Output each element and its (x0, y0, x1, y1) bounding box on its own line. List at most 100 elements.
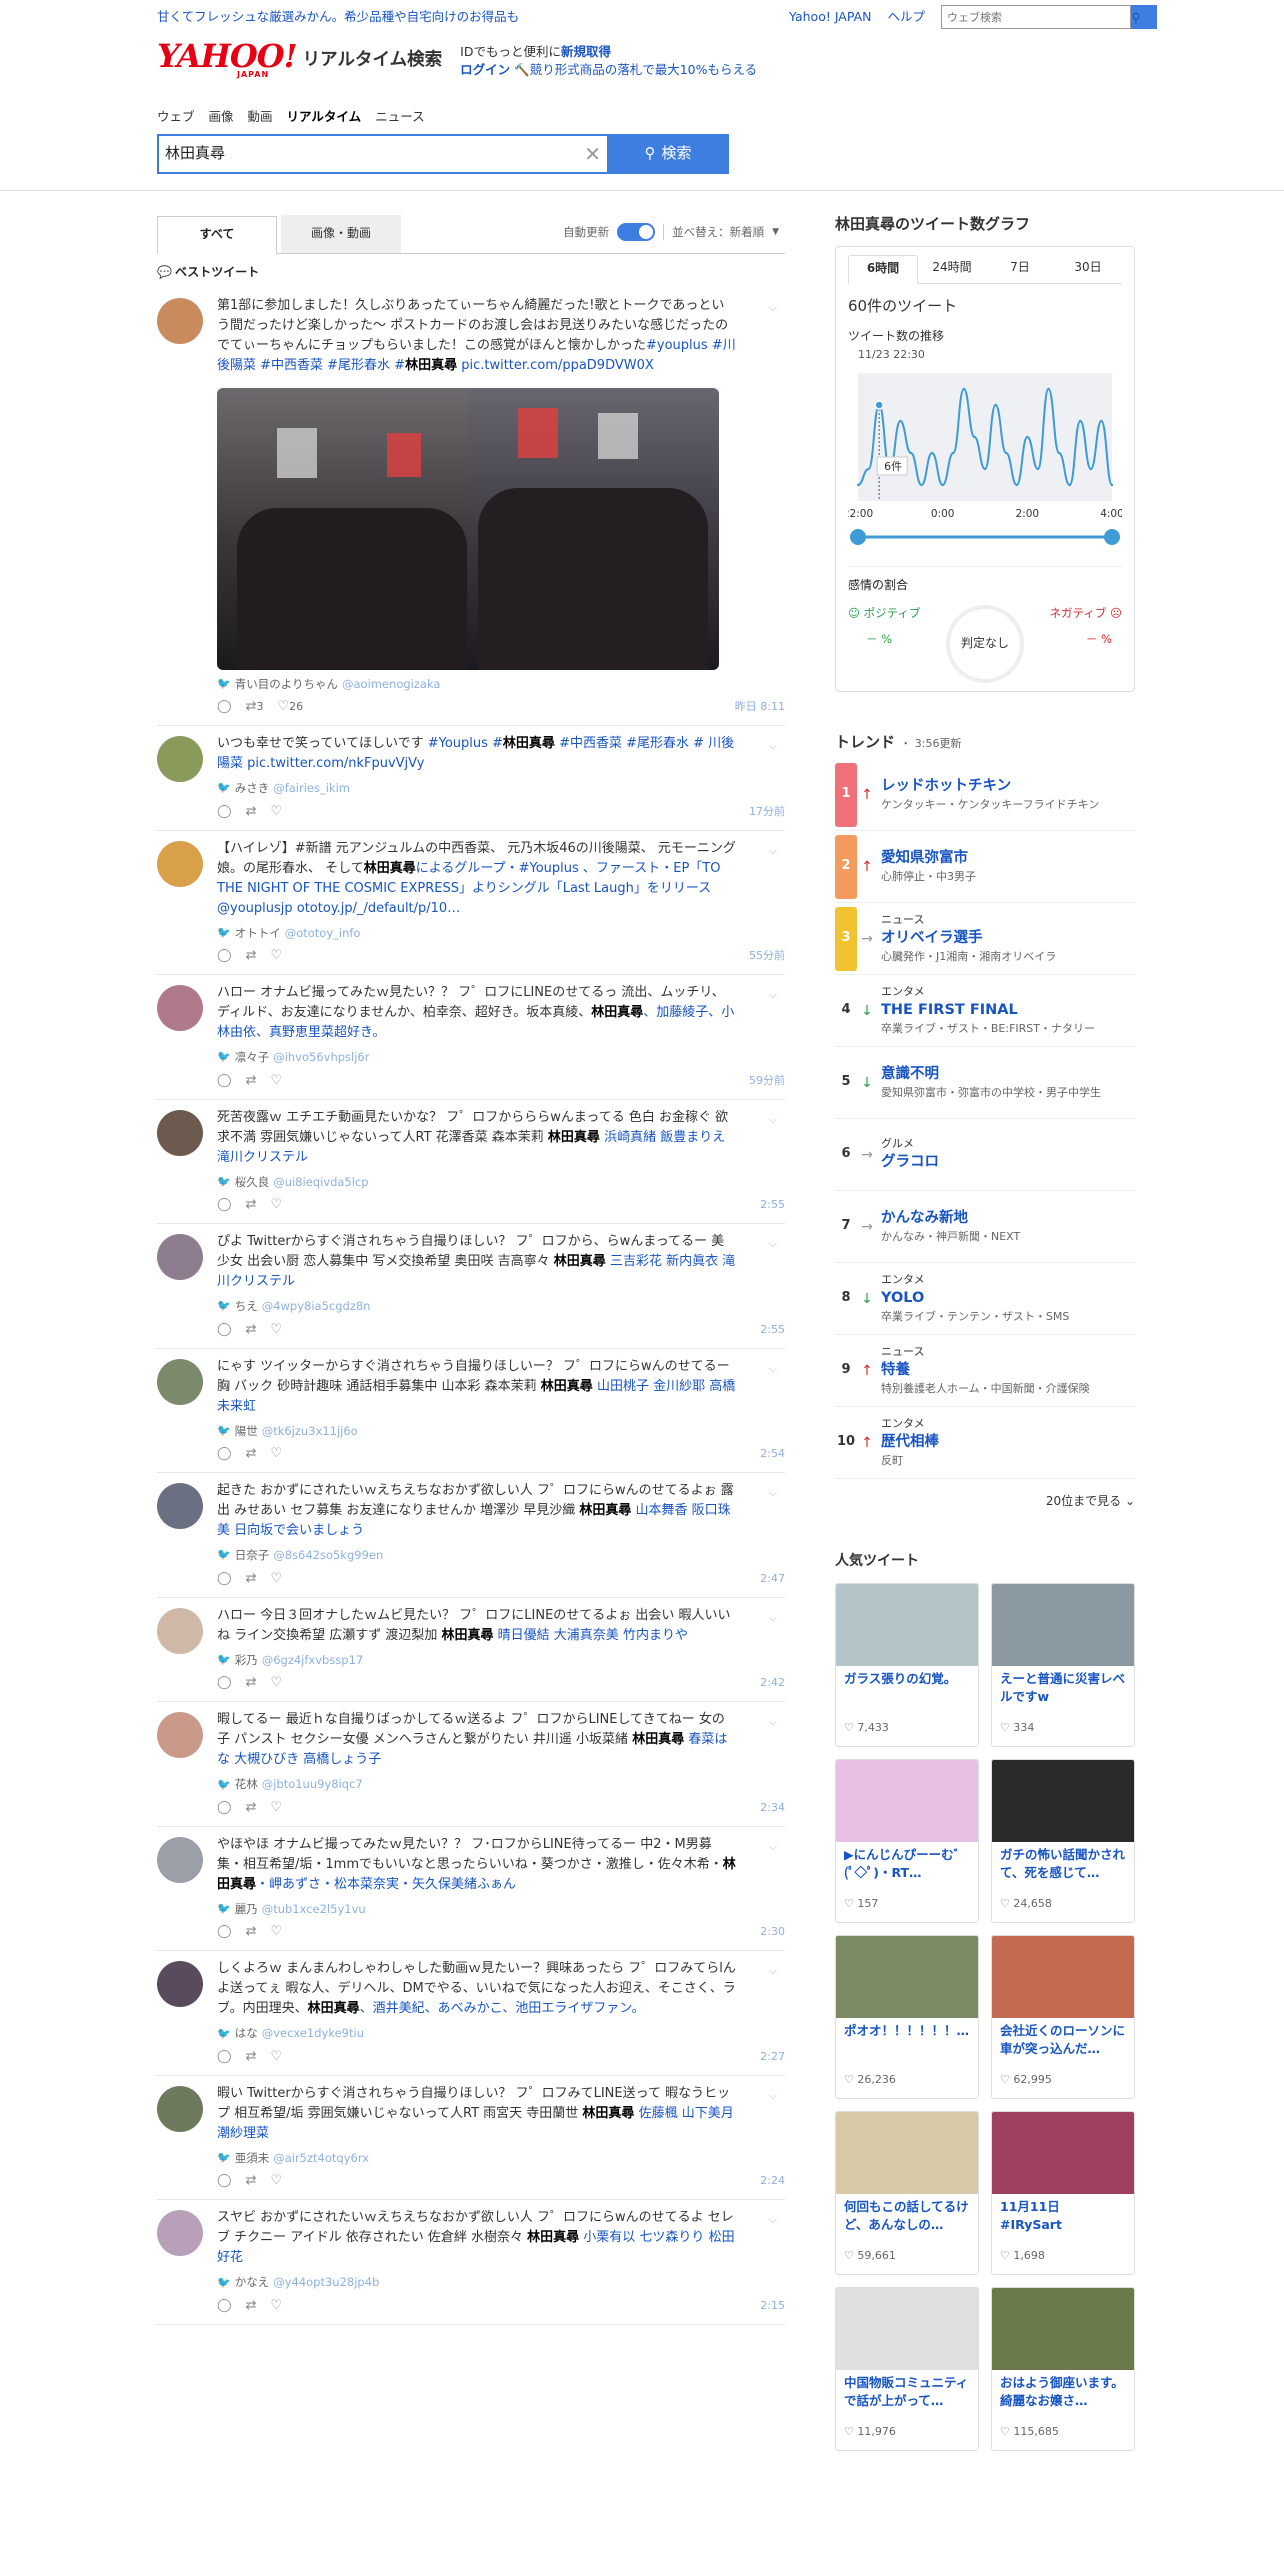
trend-item[interactable]: 9 ↑ ニュース 特養 特別養護老人ホーム・中国新聞・介護保険 (835, 1335, 1135, 1408)
retweet-button[interactable]: ⇄ (246, 1923, 257, 1942)
promo-link[interactable]: 甘くてフレッシュな厳選みかん。希少品種や自宅向けのお得品も (157, 8, 519, 26)
graph-tab-6h[interactable]: 6時間 (848, 254, 918, 285)
retweet-button[interactable]: ⇄ (246, 1799, 257, 1818)
tweet-time[interactable]: 2:34 (760, 1800, 785, 1816)
user-handle[interactable]: @tk6jzu3x11jj6o (262, 1423, 358, 1440)
avatar[interactable] (157, 1358, 203, 1405)
reply-icon[interactable]: ◯ (217, 2297, 232, 2316)
like-button[interactable]: ♡ (270, 1674, 282, 1693)
like-button[interactable]: ♡ (270, 1923, 282, 1942)
retweet-button[interactable]: ⇄ (246, 1072, 257, 1091)
retweet-button[interactable]: ⇄ (246, 947, 257, 966)
data-point[interactable] (1110, 484, 1114, 487)
web-search-input[interactable] (941, 5, 1131, 29)
tweet-time[interactable]: 17分前 (749, 804, 785, 820)
user-handle[interactable]: @y44opt3u28jp4b (273, 2274, 379, 2291)
chevron-down-icon[interactable]: ⌵ (769, 1963, 777, 1979)
web-search-button[interactable]: ⚲ (1131, 5, 1157, 29)
sort-select[interactable]: 並べ替え：新着順 (672, 224, 764, 241)
user-name[interactable]: 花林 (235, 1776, 258, 1793)
user-handle[interactable]: @4wpy8ia5cgdz8n (262, 1298, 371, 1315)
trend-keyword[interactable]: かんなみ新地 (881, 1208, 1020, 1229)
like-button[interactable]: ♡ (270, 1072, 282, 1091)
retweet-button[interactable]: ⇄ (246, 2172, 257, 2191)
avatar[interactable] (157, 1607, 203, 1654)
tweet-images[interactable] (217, 387, 719, 670)
like-button[interactable]: ♡ (270, 1570, 282, 1589)
avatar[interactable] (157, 1712, 203, 1759)
reply-icon[interactable]: ◯ (217, 1570, 232, 1589)
data-point[interactable] (952, 452, 955, 455)
retweet-button[interactable]: ⇄3 (246, 698, 264, 717)
data-point[interactable] (1079, 420, 1082, 423)
trend-item[interactable]: 10 ↑ エンタメ 歴代相棒 反町 (835, 1407, 1135, 1480)
tweet-link-text[interactable]: 晴日優結 大浦真奈美 竹内まりや (494, 1628, 688, 1643)
data-point[interactable] (899, 420, 902, 423)
tweet-link-text[interactable]: pic.twitter.com/ppaD9DVW0X (457, 358, 654, 373)
like-button[interactable]: ♡ (270, 2297, 282, 2316)
avatar[interactable] (157, 736, 203, 783)
chevron-down-icon[interactable]: ⌵ (769, 738, 777, 754)
popular-tweet-text[interactable]: 11月11日 #IRySart (992, 2194, 1134, 2242)
tweet-time[interactable]: 2:47 (760, 1571, 785, 1587)
user-name[interactable]: 亜須未 (235, 2150, 270, 2167)
popular-tweet-text[interactable]: 中国物販コミュニティで話が上がって… (836, 2370, 978, 2418)
avatar[interactable] (157, 1234, 203, 1281)
user-name[interactable]: 麗乃 (235, 1901, 258, 1918)
chevron-down-icon[interactable]: ⌵ (769, 843, 777, 859)
retweet-button[interactable]: ⇄ (246, 1674, 257, 1693)
avatar[interactable] (157, 985, 203, 1032)
chevron-down-icon[interactable]: ⌵ (769, 300, 777, 316)
popular-tweet-image[interactable] (992, 1760, 1134, 1843)
retweet-button[interactable]: ⇄ (246, 803, 257, 822)
reply-icon[interactable]: ◯ (217, 1196, 232, 1215)
data-point[interactable] (856, 484, 860, 487)
graph-tab-7d[interactable]: 7日 (986, 255, 1054, 283)
like-button[interactable]: ♡ (270, 1321, 282, 1340)
popular-tweet-card[interactable]: おはよう御座います。 綺麗なお嬢さ… ♡ 115,685 (991, 2287, 1135, 2452)
data-point[interactable] (1026, 436, 1029, 439)
search-button[interactable]: ⚲ 検索 (607, 134, 729, 175)
popular-tweet-card[interactable]: えーと普通に災害レベルですw ♡ 334 (991, 1583, 1135, 1748)
like-button[interactable]: ♡ (270, 1196, 282, 1215)
trend-item[interactable]: 1 ↑ レッドホットチキン ケンタッキー・ケンタッキーフライドチキン (835, 759, 1135, 832)
reply-icon[interactable]: ◯ (217, 698, 232, 717)
chevron-down-icon[interactable]: ⌵ (769, 1610, 777, 1626)
register-link[interactable]: 新規取得 (561, 44, 611, 59)
reply-icon[interactable]: ◯ (217, 2172, 232, 2191)
user-name[interactable]: 彩乃 (235, 1652, 258, 1669)
trend-item[interactable]: 8 ↓ エンタメ YOLO 卒業ライブ・テンテン・ザスト・SMS (835, 1263, 1135, 1336)
trend-keyword[interactable]: グラコロ (881, 1152, 939, 1173)
data-point[interactable] (867, 468, 870, 471)
tweet-time[interactable]: 2:27 (760, 2049, 785, 2065)
avatar[interactable] (157, 1109, 203, 1156)
data-point[interactable] (930, 452, 934, 455)
data-point[interactable] (1068, 484, 1071, 487)
chevron-down-icon[interactable]: ⌵ (769, 987, 777, 1003)
reply-icon[interactable]: ◯ (217, 803, 232, 822)
chevron-down-icon[interactable]: ⌵ (769, 1485, 777, 1501)
tweet-time[interactable]: 2:24 (760, 2173, 785, 2189)
login-link[interactable]: ログイン (460, 62, 510, 77)
chevron-down-icon[interactable]: ⌵ (769, 1112, 777, 1128)
trend-keyword[interactable]: 特養 (881, 1360, 1090, 1381)
auto-update-toggle[interactable] (617, 223, 656, 242)
user-name[interactable]: みさき (235, 780, 270, 797)
reply-icon[interactable]: ◯ (217, 2048, 232, 2067)
tweet-link-text[interactable]: ・岬あずさ・松本菜奈実・矢久保美緒ふぁん (256, 1877, 516, 1892)
retweet-button[interactable]: ⇄ (246, 1445, 257, 1464)
retweet-button[interactable]: ⇄ (246, 1321, 257, 1340)
popular-tweet-image[interactable] (992, 2112, 1134, 2195)
user-name[interactable]: 桜久良 (235, 1174, 270, 1191)
user-name[interactable]: はな (235, 2025, 258, 2042)
graph-tab-30d[interactable]: 30日 (1054, 255, 1122, 283)
data-point[interactable] (909, 452, 913, 455)
user-handle[interactable]: @fairies_ikim (273, 780, 350, 797)
popular-tweet-text[interactable]: 会社近くのローソンに車が突っ込んだ… (992, 2018, 1134, 2066)
user-name[interactable]: ちえ (235, 1298, 258, 1315)
user-handle[interactable]: @jbto1uu9y8iqc7 (262, 1776, 363, 1793)
avatar[interactable] (157, 840, 203, 887)
nav-web[interactable]: ウェブ (157, 108, 195, 126)
data-point[interactable] (983, 468, 987, 471)
data-point[interactable] (1047, 388, 1050, 391)
